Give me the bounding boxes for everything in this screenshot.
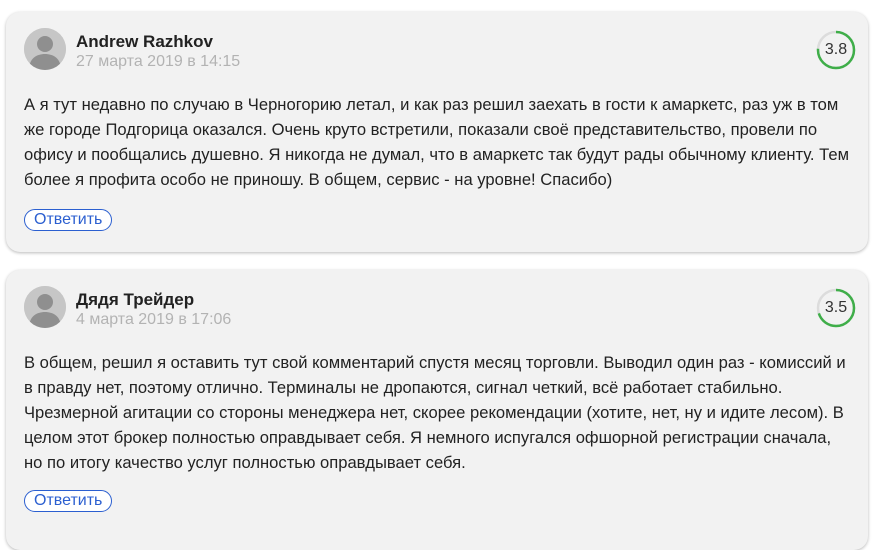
review-date: 4 марта 2019 в 17:06 <box>76 311 232 328</box>
review-date: 27 марта 2019 в 14:15 <box>76 53 241 70</box>
review-author: Дядя Трейдер <box>76 290 195 309</box>
user-avatar-icon <box>24 28 66 70</box>
review-text: В общем, решил я оставить тут свой комме… <box>24 353 846 472</box>
rating-badge: 3.5 <box>816 288 856 328</box>
rating-badge: 3.8 <box>816 30 856 70</box>
review-card: Дядя Трейдер 4 марта 2019 в 17:06 3.5 В … <box>6 270 868 550</box>
review-author: Andrew Razhkov <box>76 32 213 51</box>
rating-value: 3.8 <box>824 41 848 58</box>
rating-value: 3.5 <box>824 299 848 316</box>
review-text: А я тут недавно по случаю в Черногорию л… <box>24 95 849 189</box>
reply-button[interactable]: Ответить <box>24 490 113 512</box>
user-avatar-icon <box>24 286 66 328</box>
review-card: Andrew Razhkov 27 марта 2019 в 14:15 3.8… <box>6 12 868 252</box>
reply-button[interactable]: Ответить <box>24 209 113 231</box>
